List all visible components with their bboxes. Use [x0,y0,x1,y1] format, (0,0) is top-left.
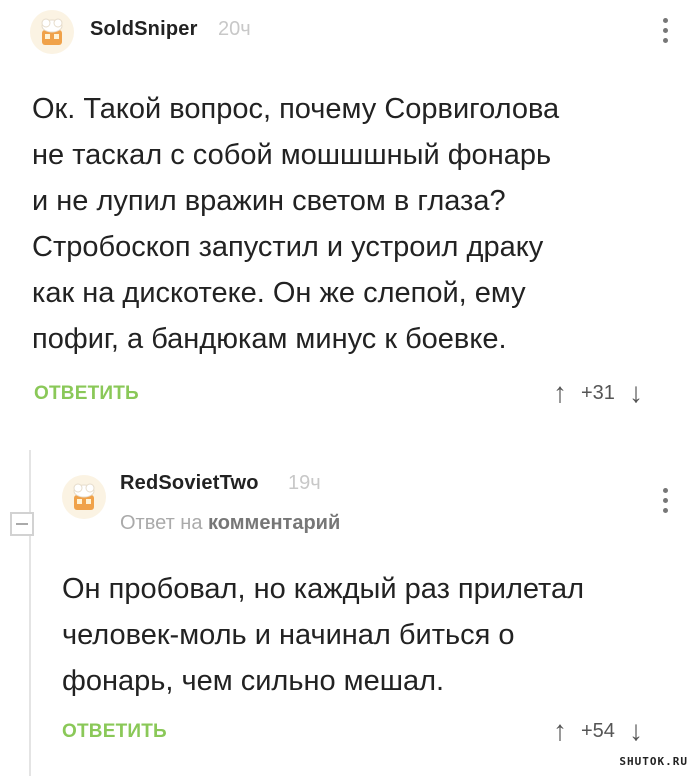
reply-button[interactable]: ОТВЕТИТЬ [34,383,139,405]
upvote-arrow-icon[interactable]: ↑ [553,716,567,746]
rating-score: +31 [581,381,615,404]
user-avatar[interactable] [30,10,74,54]
comment-text-line: фонарь, чем сильно мешал. [62,665,445,697]
reply-to-label: Ответ на комментарий [120,512,340,535]
comment-text-line: не таскал с собой мошшшный фонарь [32,139,552,171]
reply-button[interactable]: ОТВЕТИТЬ [62,721,167,743]
comment-text-line: человек-моль и начинал биться о [62,619,515,651]
comment-text-line: и не лупил вражин светом в глаза? [32,185,506,217]
comment-text: Он пробовал, но каждый раз прилетал чело… [62,566,682,704]
downvote-arrow-icon[interactable]: ↓ [629,716,643,746]
comment-time: 19ч [288,472,321,494]
reply-to-prefix: Ответ на [120,512,203,534]
comment-text: Ок. Такой вопрос, почему Сорвиголова не … [32,86,672,362]
comment-text-line: Он пробовал, но каждый раз прилетал [62,573,585,605]
more-options-icon[interactable] [660,18,670,43]
comment-time: 20ч [218,18,251,40]
vote-controls: ↑ +31 ↓ [553,378,643,408]
comment-text-line: как на дискотеке. Он же слепой, ему [32,277,526,309]
reply-comment: RedSovietTwo 19ч Ответ на комментарий Он… [0,440,700,776]
comment-author[interactable]: SoldSniper [90,18,198,41]
more-options-icon[interactable] [660,488,670,513]
vote-controls: ↑ +54 ↓ [553,716,643,746]
user-avatar[interactable] [62,475,106,519]
comment-author[interactable]: RedSovietTwo [120,472,259,495]
comment: SoldSniper 20ч Ок. Такой вопрос, почему … [0,0,700,440]
comment-text-line: Стробоскоп запустил и устроил драку [32,231,544,263]
comment-text-line: пофиг, а бандюкам минус к боевке. [32,323,507,355]
rating-score: +54 [581,719,615,742]
default-avatar-icon [62,475,106,519]
reply-to-link[interactable]: комментарий [208,512,340,534]
upvote-arrow-icon[interactable]: ↑ [553,378,567,408]
default-avatar-icon [30,10,74,54]
site-watermark: SHUTOK.RU [619,755,688,768]
comment-text-line: Ок. Такой вопрос, почему Сорвиголова [32,93,560,125]
downvote-arrow-icon[interactable]: ↓ [629,378,643,408]
